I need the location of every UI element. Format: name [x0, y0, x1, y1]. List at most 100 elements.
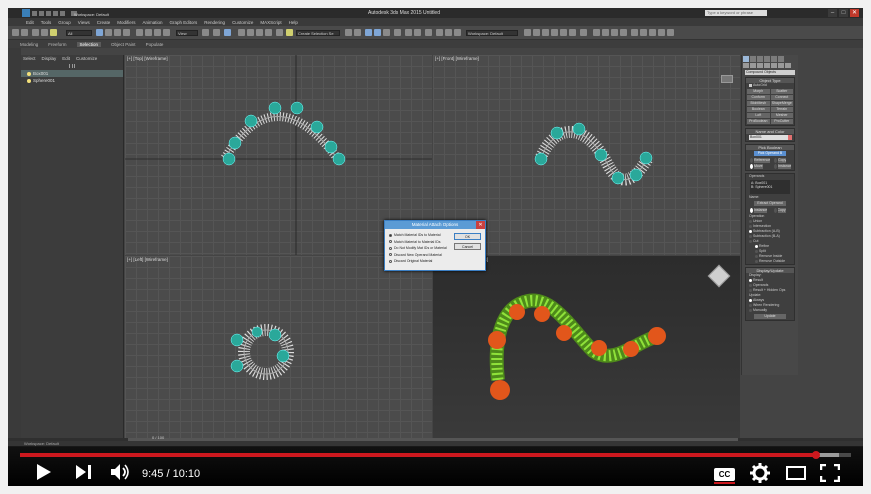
named-selection-icon[interactable]: [286, 29, 293, 36]
settings-gear-icon[interactable]: [750, 463, 770, 483]
explorer-menu-select[interactable]: Select: [23, 56, 36, 61]
subtitles-button[interactable]: CC: [714, 468, 735, 484]
zoom-all-icon[interactable]: [533, 29, 540, 36]
open-icon[interactable]: [39, 10, 44, 16]
pick-mode-radio[interactable]: Reference: [747, 158, 771, 163]
keyboard-shortcut-override-icon[interactable]: [224, 29, 231, 36]
scale-icon[interactable]: [154, 29, 161, 36]
spinner-snap-icon[interactable]: [265, 29, 272, 36]
selection-filter-dropdown[interactable]: All: [66, 30, 92, 36]
reference-coordinate-dropdown[interactable]: View: [176, 30, 198, 36]
material-editor-icon[interactable]: [425, 29, 432, 36]
modify-tab-icon[interactable]: [750, 56, 756, 62]
new-icon[interactable]: [32, 10, 37, 16]
list-item[interactable]: Box001: [21, 70, 123, 77]
lights-icon[interactable]: [757, 63, 763, 68]
fullscreen-icon[interactable]: [820, 464, 840, 482]
percent-snap-icon[interactable]: [256, 29, 263, 36]
steering-wheel-icon[interactable]: [611, 29, 618, 36]
graphite-ribbon-icon[interactable]: [394, 29, 401, 36]
cancel-button[interactable]: Cancel: [454, 243, 481, 250]
tab-modeling[interactable]: Modeling: [20, 42, 38, 47]
menu-item-modifiers[interactable]: Modifiers: [117, 20, 135, 25]
loft-button[interactable]: Loft: [747, 113, 770, 118]
shapes-icon[interactable]: [750, 63, 756, 68]
render-setup-icon[interactable]: [436, 29, 443, 36]
object-name-field[interactable]: Box001: [749, 135, 792, 140]
scrubber-handle[interactable]: [812, 451, 821, 459]
material-option-radio[interactable]: Match Material to Material IDs: [389, 240, 441, 244]
list-item[interactable]: Sphere001: [21, 77, 123, 84]
explorer-menu-customize[interactable]: Customize: [76, 56, 97, 61]
volume-icon[interactable]: [110, 463, 130, 481]
menu-item-edit[interactable]: Edit: [26, 20, 34, 25]
snaps-toggle-icon[interactable]: [238, 29, 245, 36]
shapemerge-button[interactable]: ShapeMerge: [770, 101, 793, 106]
close-button[interactable]: ✕: [850, 9, 859, 17]
pan-icon[interactable]: [560, 29, 567, 36]
cut-option-radio[interactable]: Remove Outside: [752, 259, 794, 264]
extract-mode-radio[interactable]: Copy: [771, 208, 794, 213]
zoom-region-icon[interactable]: [551, 29, 558, 36]
align-icon[interactable]: [354, 29, 361, 36]
dialog-titlebar[interactable]: Material Attach Options ✕: [385, 221, 485, 229]
curve-editor-icon[interactable]: [405, 29, 412, 36]
hierarchy-tab-icon[interactable]: [757, 56, 763, 62]
zoom-extents-icon[interactable]: [542, 29, 549, 36]
viewport-layout-icon[interactable]: [631, 29, 638, 36]
scatter-button[interactable]: Scatter: [770, 89, 793, 94]
tab-object-paint[interactable]: Object Paint: [111, 42, 136, 47]
place-icon[interactable]: [163, 29, 170, 36]
find-icon[interactable]: [71, 63, 73, 68]
viewport-left[interactable]: [+] [Left] [Wireframe]: [125, 256, 432, 440]
morph-button[interactable]: Morph: [747, 89, 770, 94]
rollout-title[interactable]: Pick Boolean: [746, 145, 794, 150]
geometry-icon[interactable]: [743, 63, 749, 68]
search-input[interactable]: Type a keyword or phrase: [705, 10, 767, 16]
utilities-tab-icon[interactable]: [778, 56, 784, 62]
pick-operand-b-button[interactable]: Pick Operand B: [754, 151, 786, 156]
play-icon[interactable]: [34, 463, 52, 481]
edit-named-selection-icon[interactable]: [276, 29, 283, 36]
pick-mode-radio[interactable]: Copy: [771, 158, 793, 163]
mesher-button[interactable]: Mesher: [770, 113, 793, 118]
tab-selection[interactable]: Selection: [76, 41, 102, 47]
menu-item-animation[interactable]: Animation: [143, 20, 163, 25]
systems-icon[interactable]: [785, 63, 791, 68]
object-color-swatch[interactable]: [788, 135, 792, 140]
view-cube-icon[interactable]: [620, 29, 627, 36]
update-option-radio[interactable]: Manually: [746, 308, 794, 313]
menu-item-help[interactable]: Help: [289, 20, 298, 25]
extract-operand-button[interactable]: Extract Operand: [754, 201, 786, 206]
material-option-radio[interactable]: Discard New Operand Material: [389, 253, 442, 257]
explorer-menu-display[interactable]: Display: [42, 56, 57, 61]
redo-icon[interactable]: [21, 29, 28, 36]
workspace-selector-dropdown[interactable]: Workspace: Default: [466, 30, 518, 36]
rollout-title[interactable]: Name and Color: [746, 129, 794, 134]
undo-icon[interactable]: [53, 10, 58, 16]
progress-bar[interactable]: [20, 451, 851, 459]
boolean-button[interactable]: Boolean: [747, 107, 770, 112]
terrain-button[interactable]: Terrain: [770, 107, 793, 112]
angle-snap-icon[interactable]: [247, 29, 254, 36]
viewport-config-icon[interactable]: [640, 29, 647, 36]
save-icon[interactable]: [46, 10, 51, 16]
app-menu-icon[interactable]: [22, 9, 30, 17]
window-crossing-icon[interactable]: [123, 29, 130, 36]
menu-item-graph-editors[interactable]: Graph Editors: [170, 20, 198, 25]
walk-through-icon[interactable]: [602, 29, 609, 36]
viewport-perspective[interactable]: [+] [Perspective] [Realistic]: [433, 256, 740, 440]
toggle-scene-explorer-icon[interactable]: [374, 29, 381, 36]
workspace-dropdown[interactable]: Workspace: Default: [71, 10, 109, 17]
procutter-button[interactable]: ProCutter: [770, 119, 793, 124]
extract-mode-radio[interactable]: Instance: [747, 208, 770, 213]
link-icon[interactable]: [32, 29, 39, 36]
sort-icon[interactable]: [74, 63, 76, 68]
viewport-background-icon[interactable]: [658, 29, 665, 36]
display-tab-icon[interactable]: [771, 56, 777, 62]
bind-space-warp-icon[interactable]: [50, 29, 57, 36]
mirror-icon[interactable]: [345, 29, 352, 36]
viewport-shading-icon[interactable]: [649, 29, 656, 36]
helpers-icon[interactable]: [771, 63, 777, 68]
maximize-button[interactable]: □: [839, 9, 848, 17]
